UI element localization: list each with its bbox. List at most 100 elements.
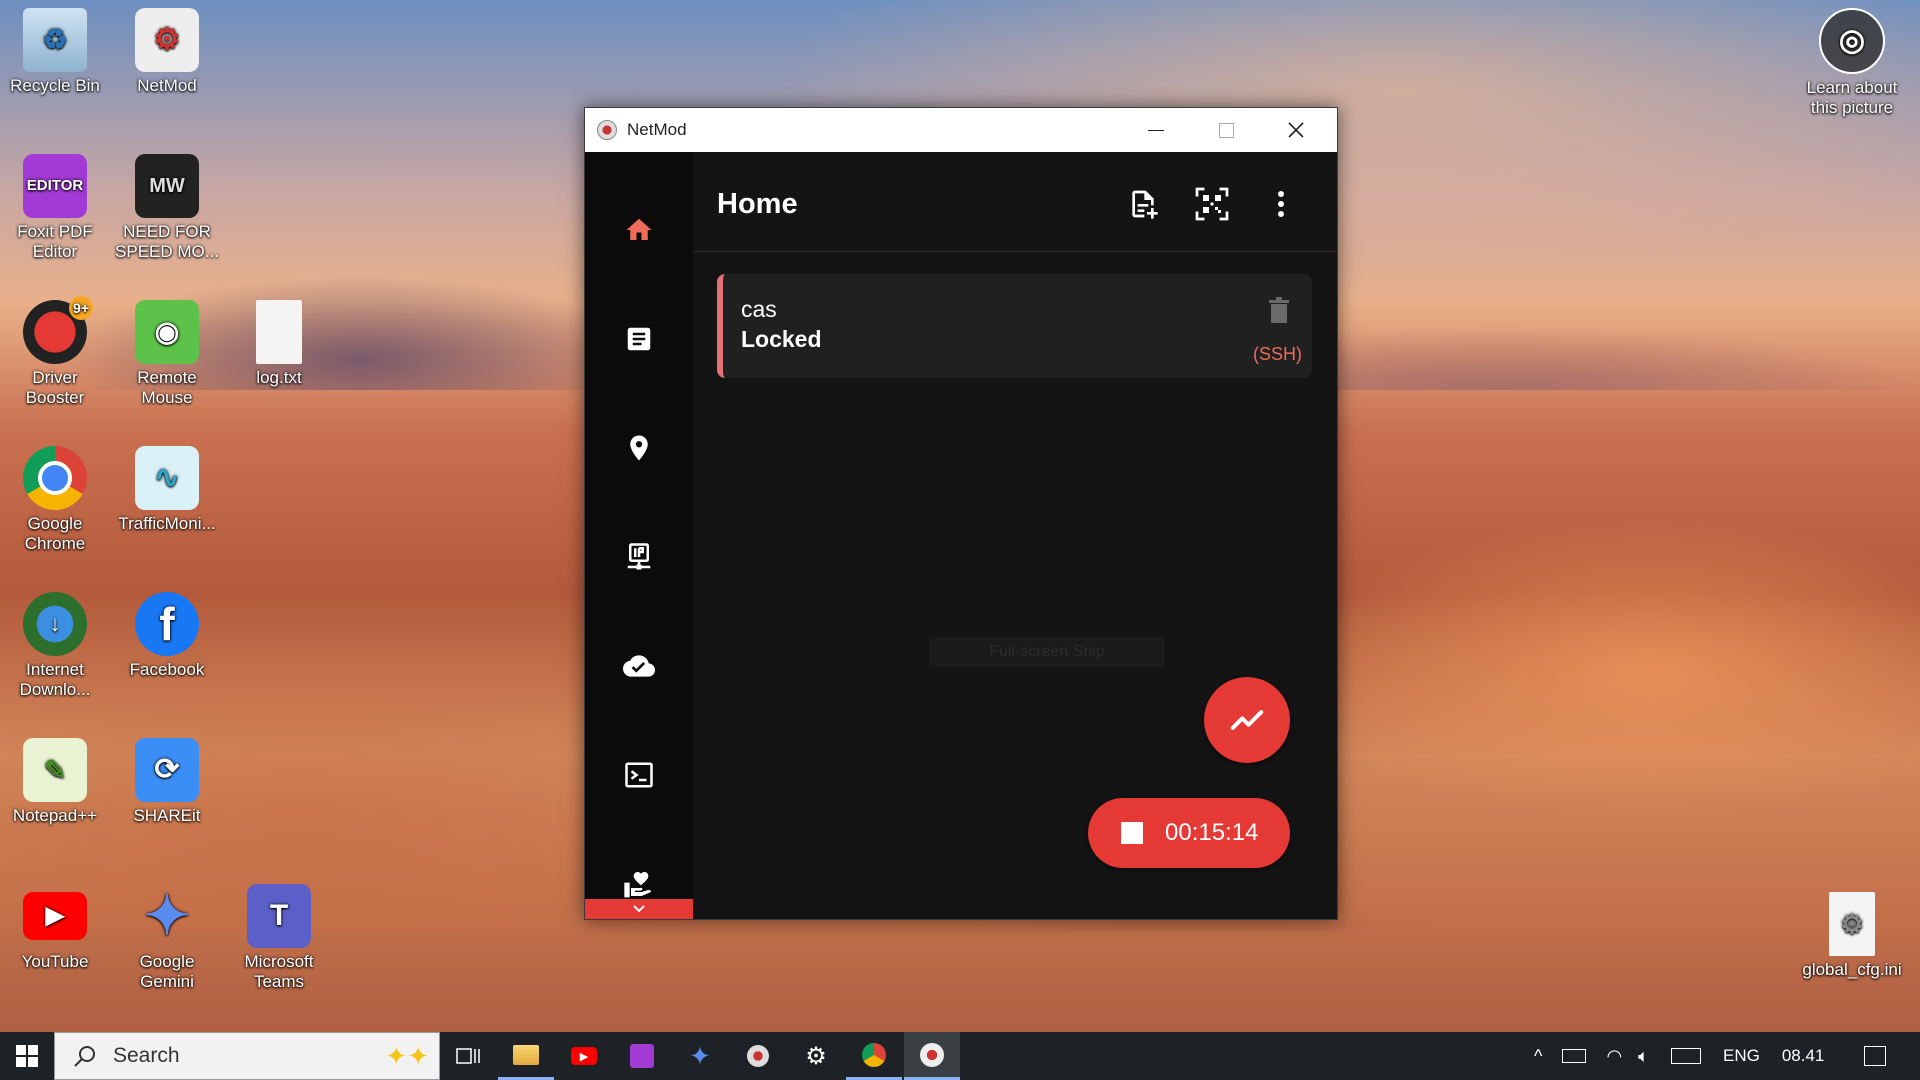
desktop-icon-netmod[interactable]: ⚙ NetMod xyxy=(112,8,222,96)
sidebar-item-cloud[interactable] xyxy=(585,631,693,701)
sidebar-item-ip[interactable] xyxy=(585,522,693,592)
notepad-plus-plus-icon: ✎ xyxy=(23,738,87,802)
netmod-window: NetMod Home cas Locked (SSH) Full-screen… xyxy=(584,107,1338,920)
sidebar-item-home[interactable] xyxy=(585,195,693,265)
ip-network-icon xyxy=(627,543,651,570)
desktop-icon-facebook[interactable]: f Facebook xyxy=(112,592,222,680)
log-icon xyxy=(627,327,651,351)
more-options-button[interactable] xyxy=(1259,182,1303,226)
delete-config-button[interactable] xyxy=(1268,296,1290,329)
taskbar-file-explorer[interactable] xyxy=(498,1032,554,1080)
teams-icon: T xyxy=(247,884,311,948)
clock[interactable]: 08.41 xyxy=(1782,1046,1825,1066)
sidebar-expand-button[interactable] xyxy=(585,899,693,919)
notification-badge: 9+ xyxy=(69,296,93,320)
stop-icon xyxy=(1121,822,1143,844)
taskbar-settings[interactable]: ⚙ xyxy=(788,1032,844,1080)
desktop-icon-driver-booster[interactable]: 9+ Driver Booster xyxy=(0,296,110,408)
start-button[interactable] xyxy=(0,1032,54,1080)
minimize-icon xyxy=(1148,129,1164,131)
chrome-icon xyxy=(23,446,87,510)
add-config-icon xyxy=(1132,190,1158,219)
snip-overlay-text: Full-screen Snip xyxy=(929,637,1165,667)
taskbar-gemini[interactable]: ✦ xyxy=(672,1032,728,1080)
sidebar xyxy=(585,152,693,919)
nfs-most-wanted-icon: MW xyxy=(135,154,199,218)
taskbar-search-box[interactable]: Search ✦✦ xyxy=(54,1032,440,1080)
desktop-icon-nfs[interactable]: MW NEED FOR SPEED MO... xyxy=(112,154,222,262)
sidebar-item-location[interactable] xyxy=(585,413,693,483)
recycle-bin-icon: ♻ xyxy=(23,8,87,72)
desktop-icon-label: Internet Downlo... xyxy=(19,660,91,699)
netmod-icon xyxy=(920,1042,944,1067)
window-titlebar[interactable]: NetMod xyxy=(585,108,1337,152)
settings-icon: ⚙ xyxy=(805,1042,827,1070)
text-file-icon xyxy=(256,300,302,364)
internet-download-manager-icon: ↓ xyxy=(23,592,87,656)
add-config-button[interactable] xyxy=(1121,182,1165,226)
desktop-icon-learn-about-picture[interactable]: ◎ Learn about this picture xyxy=(1792,8,1912,118)
facebook-icon: f xyxy=(135,592,199,656)
task-view-icon xyxy=(456,1048,480,1064)
desktop-icon-shareit[interactable]: ⟳ SHAREit xyxy=(112,738,222,826)
desktop-icon-label: Recycle Bin xyxy=(10,76,100,95)
volume-icon[interactable]: 🔈︎ xyxy=(1638,1046,1649,1067)
stop-connection-button[interactable]: 00:15:14 xyxy=(1088,798,1290,868)
more-vert-icon xyxy=(1278,191,1284,217)
maximize-button[interactable] xyxy=(1191,108,1261,152)
desktop-icon-label: global_cfg.ini xyxy=(1802,960,1902,979)
qr-scan-button[interactable] xyxy=(1190,182,1234,226)
desktop-icon-gemini[interactable]: ✦ Google Gemini xyxy=(112,884,222,992)
battery-icon[interactable] xyxy=(1562,1049,1587,1063)
desktop-icon-recycle-bin[interactable]: ♻ Recycle Bin xyxy=(0,8,110,96)
notification-center-icon[interactable] xyxy=(1864,1046,1887,1066)
language-indicator[interactable]: ENG xyxy=(1723,1046,1760,1066)
desktop-icon-chrome[interactable]: Google Chrome xyxy=(0,446,110,554)
netmod-icon: ⚙ xyxy=(135,8,199,72)
desktop-icon-notepadpp[interactable]: ✎ Notepad++ xyxy=(0,738,110,826)
foxit-editor-icon xyxy=(630,1044,654,1068)
taskbar-chrome[interactable] xyxy=(846,1032,902,1080)
cloud-done-icon xyxy=(623,655,655,677)
app-toolbar: Home xyxy=(693,152,1337,252)
stats-fab-button[interactable] xyxy=(1204,677,1290,763)
close-button[interactable] xyxy=(1261,108,1331,152)
desktop-icon-label: TrafficMoni... xyxy=(118,514,216,533)
taskbar-netmod-tray[interactable] xyxy=(730,1032,786,1080)
desktop-icon-label: NetMod xyxy=(137,76,197,95)
desktop-icon-label: Microsoft Teams xyxy=(244,952,314,991)
desktop-icon-label: log.txt xyxy=(256,368,302,387)
ini-file-icon: ⚙ xyxy=(1829,892,1875,956)
config-protocol: (SSH) xyxy=(1253,344,1302,364)
desktop-icon-idm[interactable]: ↓ Internet Downlo... xyxy=(0,592,110,700)
trash-icon xyxy=(1269,297,1289,323)
minimize-button[interactable] xyxy=(1121,108,1191,152)
taskbar-task-view[interactable] xyxy=(440,1032,496,1080)
taskbar-youtube[interactable]: ▶ xyxy=(556,1032,612,1080)
window-title: NetMod xyxy=(627,120,687,139)
keyboard-icon[interactable] xyxy=(1670,1048,1701,1064)
config-status: Locked xyxy=(741,326,822,352)
file-explorer-icon xyxy=(513,1044,539,1065)
desktop-icon-youtube[interactable]: ▶ YouTube xyxy=(0,884,110,972)
learn-about-picture-icon: ◎ xyxy=(1819,8,1885,74)
sidebar-item-logs[interactable] xyxy=(585,304,693,374)
desktop-icon-teams[interactable]: T Microsoft Teams xyxy=(224,884,334,992)
taskbar-netmod[interactable] xyxy=(904,1032,960,1080)
desktop-icon-label: Google Gemini xyxy=(139,952,195,991)
desktop-icon-foxit[interactable]: EDITOR Foxit PDF Editor xyxy=(0,154,110,262)
sidebar-item-terminal[interactable] xyxy=(585,740,693,810)
config-card[interactable]: cas Locked (SSH) xyxy=(717,274,1312,378)
wifi-icon[interactable]: ◠ xyxy=(1606,1046,1622,1067)
page-title: Home xyxy=(717,188,798,220)
desktop-icon-traffic-monitor[interactable]: ∿ TrafficMoni... xyxy=(112,446,222,534)
desktop-icon-label: Foxit PDF Editor xyxy=(17,222,93,261)
taskbar-foxit[interactable] xyxy=(614,1032,670,1080)
netmod-app-icon xyxy=(597,120,617,140)
desktop-icon-label: Learn about this picture xyxy=(1806,78,1898,117)
chevron-up-icon[interactable]: ^ xyxy=(1534,1046,1542,1067)
desktop-icon-remote-mouse[interactable]: ◉ Remote Mouse xyxy=(112,300,222,408)
traffic-monitor-icon: ∿ xyxy=(135,446,199,510)
desktop-icon-log-txt[interactable]: log.txt xyxy=(224,300,334,388)
desktop-icon-global-cfg[interactable]: ⚙ global_cfg.ini xyxy=(1792,892,1912,980)
